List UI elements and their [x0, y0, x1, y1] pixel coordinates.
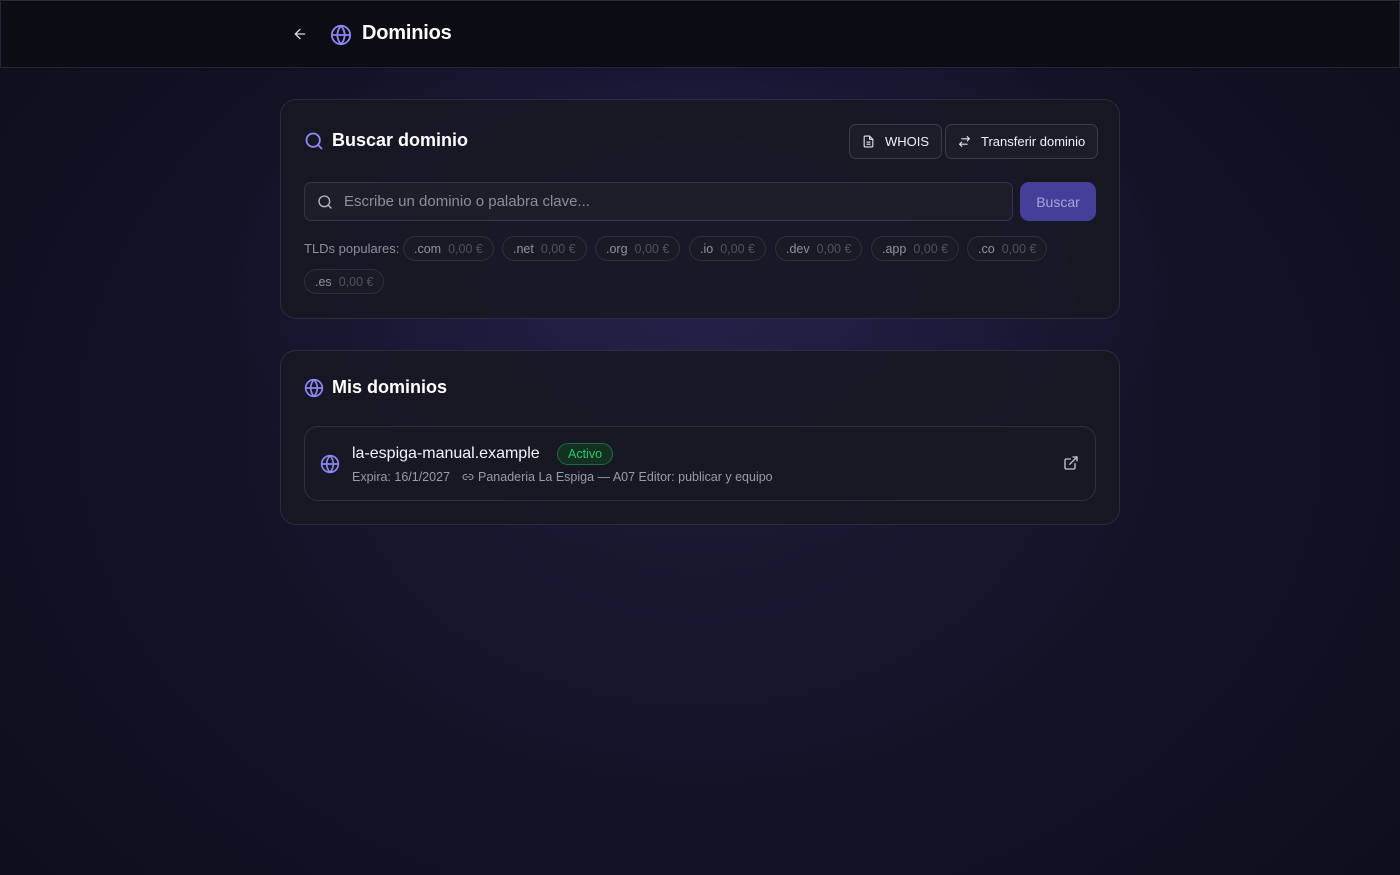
tld-extension: .dev — [786, 241, 810, 256]
tld-extension: .com — [414, 241, 442, 256]
transfer-domain-button[interactable]: Transferir dominio — [945, 124, 1099, 159]
domain-search-box — [304, 182, 1013, 221]
page-title: Dominios — [362, 22, 452, 44]
domain-meta: Expira: 16/1/2027 Panaderia La Espiga — … — [352, 470, 773, 484]
status-badge: Activo — [557, 443, 614, 465]
tld-extension: .io — [700, 241, 714, 256]
globe-icon — [330, 24, 352, 46]
tld-extension: .es — [315, 274, 332, 289]
tld-price: 0,00 € — [913, 241, 949, 256]
tld-price: 0,00 € — [338, 274, 374, 289]
search-button[interactable]: Buscar — [1020, 182, 1096, 221]
tld-chip[interactable]: .dev 0,00 € — [775, 236, 863, 261]
tld-chip[interactable]: .org 0,00 € — [595, 236, 681, 261]
domain-expiry: Expira: 16/1/2027 — [352, 470, 450, 484]
search-icon — [305, 132, 323, 150]
tld-chip[interactable]: .es 0,00 € — [304, 269, 385, 294]
tld-extension: .app — [882, 241, 907, 256]
my-domains-card: Mis dominios la-espiga-manual.example Ac… — [280, 350, 1120, 525]
search-card-title: Buscar dominio — [332, 130, 469, 150]
tld-extension: .net — [513, 241, 534, 256]
tld-price: 0,00 € — [816, 241, 852, 256]
tld-chip[interactable]: .net 0,00 € — [502, 236, 587, 261]
search-icon — [318, 195, 332, 209]
transfer-button-label: Transferir dominio — [981, 134, 1086, 149]
domain-name: la-espiga-manual.example — [352, 445, 540, 462]
tld-extension: .co — [978, 241, 995, 256]
tld-chip[interactable]: .com 0,00 € — [403, 236, 494, 261]
search-domain-card: Buscar dominio WHOIS Transferir dominio … — [280, 99, 1120, 319]
domain-row[interactable]: la-espiga-manual.example Activo Expira: … — [304, 426, 1096, 501]
domain-search-input[interactable] — [344, 183, 1004, 220]
tld-label: TLDs populares: — [304, 241, 400, 256]
tld-extension: .org — [606, 241, 628, 256]
arrows-swap-icon — [959, 136, 970, 147]
tld-price: 0,00 € — [1001, 241, 1037, 256]
back-button[interactable] — [289, 23, 311, 45]
my-domains-title: Mis dominios — [332, 377, 448, 397]
tld-price: 0,00 € — [448, 241, 483, 256]
file-text-icon — [863, 135, 874, 148]
link-icon — [462, 473, 474, 481]
tld-price: 0,00 € — [720, 241, 755, 256]
linked-site: Panaderia La Espiga — A07 Editor: public… — [462, 470, 773, 484]
external-link-icon[interactable] — [1063, 455, 1079, 471]
globe-icon — [304, 378, 324, 398]
linked-site-label: Panaderia La Espiga — A07 Editor: public… — [478, 470, 773, 484]
whois-button-label: WHOIS — [885, 134, 930, 149]
tld-price: 0,00 € — [634, 241, 670, 256]
arrow-left-icon — [294, 28, 306, 40]
whois-button[interactable]: WHOIS — [849, 124, 943, 159]
tld-price: 0,00 € — [540, 241, 576, 256]
tld-chip[interactable]: .app 0,00 € — [871, 236, 960, 261]
globe-icon — [320, 454, 340, 474]
top-bar: Dominios — [0, 0, 1400, 68]
tld-chip[interactable]: .co 0,00 € — [967, 236, 1048, 261]
tld-chip[interactable]: .io 0,00 € — [689, 236, 766, 261]
